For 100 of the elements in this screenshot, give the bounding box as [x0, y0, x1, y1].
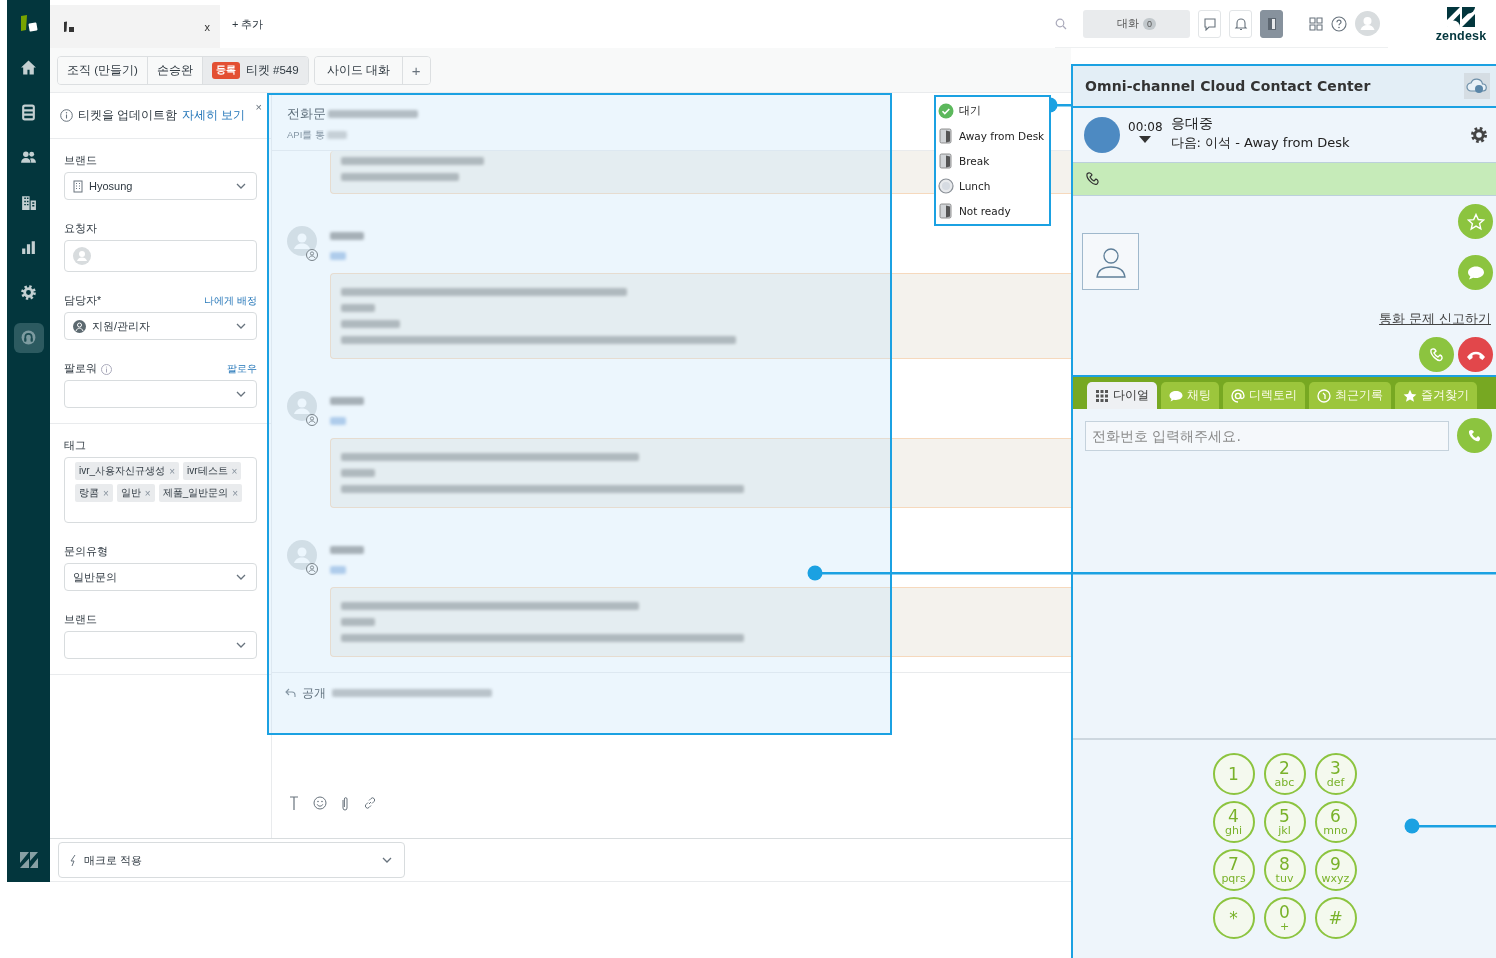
door-icon: [938, 152, 954, 169]
paperclip-icon[interactable]: [341, 796, 349, 811]
clock-icon: [1317, 388, 1331, 403]
status-option[interactable]: Away from Desk: [936, 123, 1049, 148]
field-label: 브랜드: [64, 154, 97, 168]
tag-chip[interactable]: 랑콤 ×: [75, 484, 113, 502]
panel-tab[interactable]: 다이얼: [1087, 382, 1157, 409]
dropdown-field[interactable]: [64, 380, 257, 408]
keypad-icon: [1095, 388, 1109, 403]
notifications-button[interactable]: [1229, 9, 1252, 38]
chevron-down-icon[interactable]: [236, 183, 246, 189]
z-logo-icon: [18, 850, 39, 869]
status-option[interactable]: Break: [936, 148, 1049, 173]
chevron-down-icon[interactable]: [382, 857, 392, 863]
grid-icon[interactable]: [1309, 16, 1323, 31]
remove-tag-button[interactable]: ×: [144, 487, 151, 499]
caret-down-icon[interactable]: [1139, 136, 1152, 143]
phone-number-field[interactable]: 전화번호 입력해주세요.: [1085, 421, 1450, 451]
people-icon: [20, 149, 37, 166]
speech-bubble-icon: [1169, 388, 1183, 403]
notice-text: 티켓을 업데이트함: [78, 108, 178, 123]
chevron-down-icon[interactable]: [236, 642, 246, 648]
tag-chip[interactable]: ivr_사용자신규생성 ×: [75, 462, 179, 480]
macro-select[interactable]: 매크로 적용: [58, 842, 405, 878]
dropdown-field[interactable]: 일반문의: [64, 563, 257, 591]
reply-mode[interactable]: 공개: [302, 685, 326, 701]
field-value: 지원/관리자: [92, 318, 152, 334]
side-conversation-tab[interactable]: 사이드 대화: [314, 56, 403, 84]
field-label: 요청자: [64, 222, 97, 236]
app-button[interactable]: [1260, 9, 1283, 38]
door-icon: [938, 202, 954, 219]
remove-tag-button[interactable]: ×: [103, 487, 109, 499]
count-badge: 0: [1143, 17, 1156, 30]
cloud-button[interactable]: [1464, 73, 1490, 99]
brand-select[interactable]: Hyosung: [64, 172, 257, 200]
chevron-down-icon[interactable]: [236, 391, 246, 397]
tags-field[interactable]: ivr_사용자신규생성 × ivr테스트 × 랑콤 × 일반 × 제품_일반문의 ×: [64, 457, 257, 523]
status-option[interactable]: Lunch: [936, 173, 1049, 198]
user-avatar-icon: [287, 226, 319, 262]
bar-chart-icon: [20, 239, 37, 256]
ticket-title: 전화문: [287, 105, 326, 123]
phone-icon: [1427, 345, 1446, 364]
tag-chip[interactable]: 제품_일반문의 ×: [158, 484, 243, 502]
agent-avatar-icon: [1084, 117, 1120, 153]
emoji-icon[interactable]: [313, 796, 327, 810]
phone-hand-icon: [1084, 170, 1102, 188]
tag-chip[interactable]: 일반 ×: [116, 484, 155, 502]
logo-icon: [18, 12, 39, 33]
field-action-link[interactable]: 팔로우: [227, 362, 257, 376]
chevron-down-icon[interactable]: [236, 574, 246, 580]
panel-title: Omni-channel Cloud Contact Center: [1085, 78, 1371, 94]
link-icon[interactable]: [363, 796, 377, 810]
details-link[interactable]: 자세히 보기: [182, 108, 246, 123]
field-action-link[interactable]: 나에게 배정: [204, 294, 257, 308]
home-icon: [20, 59, 37, 76]
check-circle-icon: [938, 102, 954, 119]
dropdown-field[interactable]: [64, 631, 257, 659]
search-icon[interactable]: [1055, 17, 1067, 30]
status-option[interactable]: Not ready: [936, 198, 1049, 223]
field-value: 일반문의: [73, 569, 118, 585]
lightning-icon: [69, 853, 77, 867]
tag-chip[interactable]: ivr테스트 ×: [182, 462, 242, 480]
user-avatar-icon: [287, 391, 319, 427]
remove-tag-button[interactable]: ×: [231, 465, 238, 477]
remove-tag-button[interactable]: ×: [232, 487, 239, 499]
headset-icon: [20, 329, 37, 346]
at-sign-icon: [1231, 388, 1245, 403]
help-icon[interactable]: [1331, 15, 1347, 32]
report-issue-link[interactable]: 통화 문제 신고하기: [1379, 311, 1491, 328]
chevron-down-icon[interactable]: [236, 323, 246, 329]
conversations-button[interactable]: 대화 0: [1083, 9, 1190, 38]
reply-icon[interactable]: [285, 688, 296, 698]
star-icon: [1466, 212, 1485, 231]
add-tab-button[interactable]: + 추가: [220, 0, 264, 48]
close-tab-button[interactable]: x: [204, 20, 210, 33]
field-label: 담당자*: [64, 294, 102, 308]
door-icon: [1265, 16, 1278, 31]
ticket-tab[interactable]: 등록 티켓 #549: [202, 56, 308, 84]
app-logo-icon: [63, 20, 75, 33]
building-icon: [20, 194, 37, 211]
speech-bubble-icon: [1202, 16, 1217, 31]
browser-tab[interactable]: x: [50, 5, 220, 48]
field-label: 팔로워: [64, 362, 97, 376]
hang-up-button[interactable]: [1458, 337, 1493, 372]
nav-item[interactable]: [13, 322, 44, 353]
status-badge: 등록: [211, 61, 240, 79]
status-option[interactable]: 대기: [936, 98, 1049, 123]
assignee-select[interactable]: 지원/관리자: [64, 312, 257, 340]
info-icon: [60, 109, 73, 122]
remove-tag-button[interactable]: ×: [169, 465, 175, 477]
text-format-icon[interactable]: [289, 796, 299, 810]
ticket-tab[interactable]: 조직 (만들기): [58, 56, 148, 84]
field-label: 브랜드: [64, 613, 97, 627]
ticket-subtitle: API를 통: [287, 128, 325, 142]
settings-icon[interactable]: [1470, 126, 1488, 144]
info-icon: [101, 363, 112, 375]
close-button[interactable]: ×: [255, 101, 262, 113]
requester-field[interactable]: [64, 240, 257, 272]
call-state: 응대중: [1170, 114, 1214, 133]
star-icon: [1403, 388, 1417, 403]
